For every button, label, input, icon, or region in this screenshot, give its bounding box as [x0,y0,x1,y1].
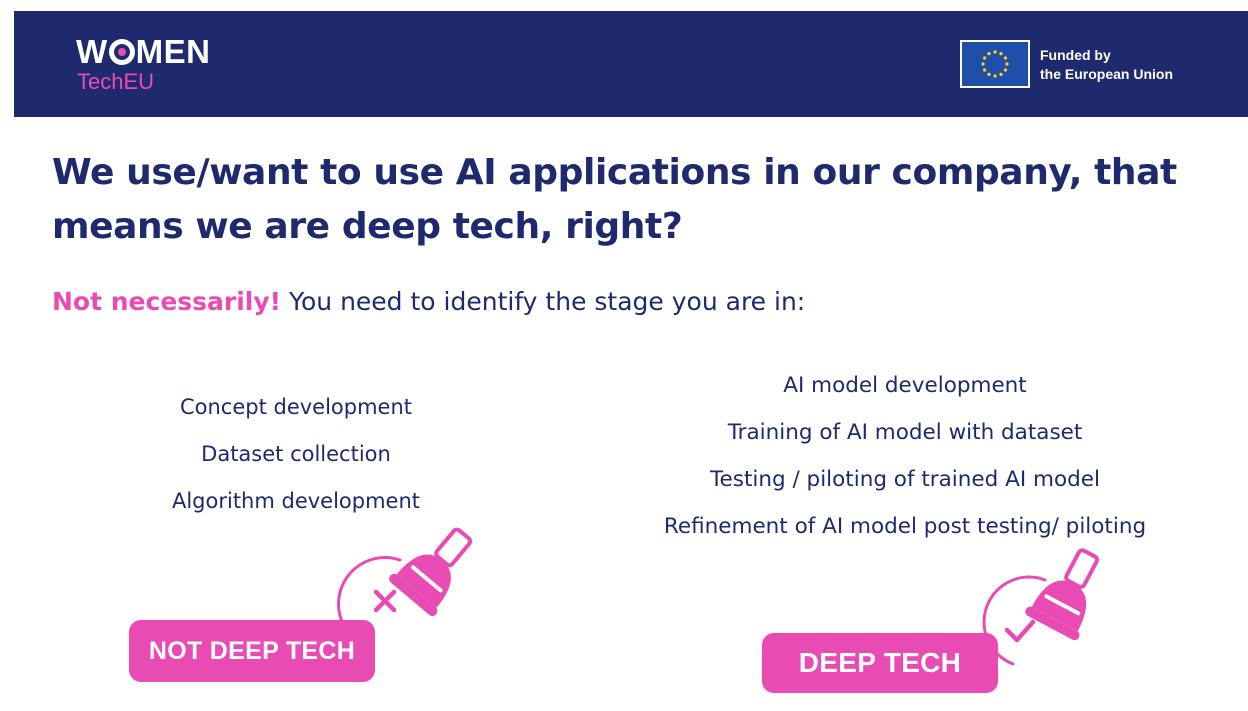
list-item: Concept development [179,395,413,419]
not-deep-tech-badge: NOT DEEP TECH [129,620,375,682]
logo-o-icon [108,39,135,65]
subline: Not necessarily! You need to identify th… [52,287,805,316]
list-item: Testing / piloting of trained AI model [710,467,1100,492]
list-item: Algorithm development [171,489,421,513]
deep-tech-badge: DEEP TECH [762,633,998,693]
eu-funding-line1: Funded by [1040,47,1111,63]
eu-funding-line2: the European Union [1040,66,1173,82]
plunger-icon [1025,548,1099,641]
logo-letters-men: MEN [135,33,211,70]
headline: We use/want to use AI applications in ou… [52,146,1232,254]
logo-women-text: W MEN [76,33,211,70]
eu-flag-icon [960,40,1030,88]
subline-highlight: Not necessarily! [52,287,282,316]
list-item: Dataset collection [201,442,391,466]
logo-letter-w: W [76,33,108,70]
list-item: Refinement of AI model post testing/ pil… [663,514,1147,539]
headline-line1: We use/want to use AI applications in ou… [52,152,1177,193]
deep-tech-stage-list: AI model development Training of AI mode… [600,362,1210,550]
header-bar: W MEN TechEU Funded by the European Unio… [14,11,1248,117]
not-deep-tech-stage-list: Concept development Dataset collection A… [106,384,486,525]
headline-line2: means we are deep tech, right? [52,206,683,247]
subline-text: You need to identify the stage you are i… [281,287,806,316]
plunger-icon [389,527,473,616]
list-item: Training of AI model with dataset [727,420,1083,445]
eu-funding-text: Funded by the European Union [1040,46,1173,84]
women-techeu-logo: W MEN TechEU [76,33,211,95]
list-item: AI model development [783,373,1027,398]
logo-techeu-text: TechEU [77,69,155,94]
